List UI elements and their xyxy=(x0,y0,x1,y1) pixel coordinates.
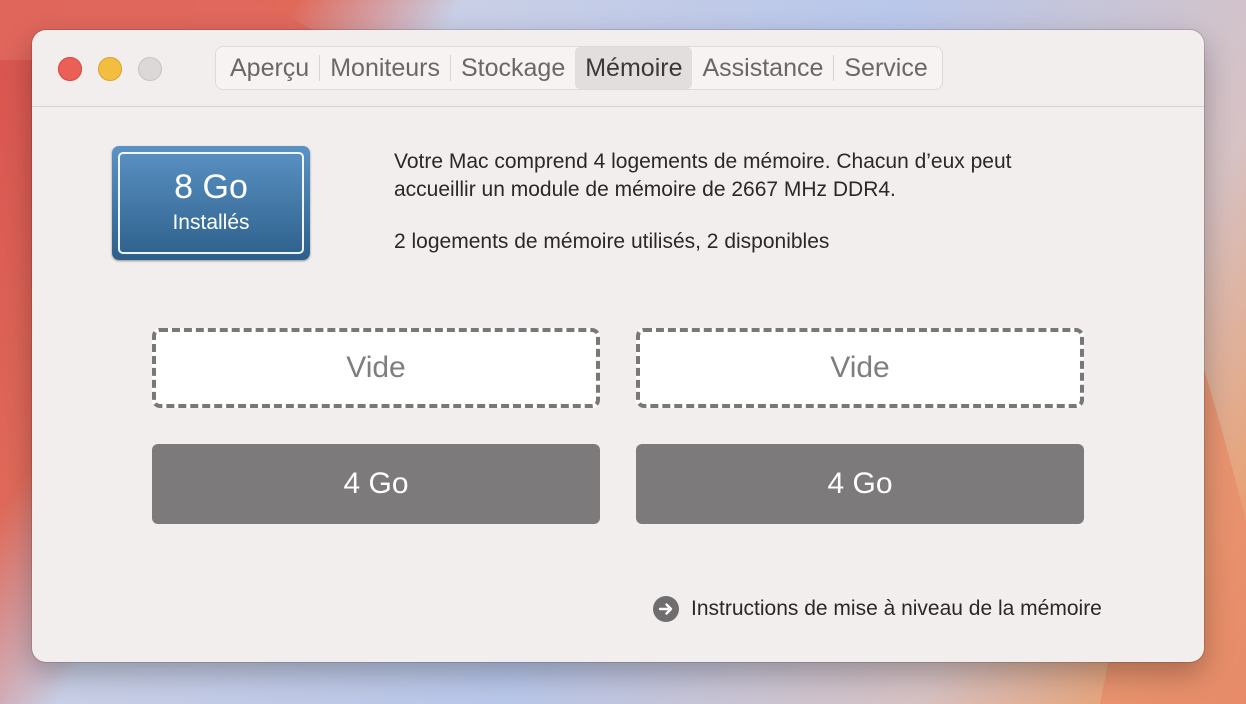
memory-slot-filled: 4 Go xyxy=(636,444,1084,524)
installed-memory-badge: 8 Go Installés xyxy=(112,146,310,260)
zoom-button[interactable] xyxy=(138,57,162,81)
memory-slot-empty: Vide xyxy=(636,328,1084,408)
tab-moniteurs[interactable]: Moniteurs xyxy=(320,47,450,89)
system-info-window: Aperçu Moniteurs Stockage Mémoire Assist… xyxy=(32,30,1204,662)
tab-apercu[interactable]: Aperçu xyxy=(220,47,319,89)
title-bar: Aperçu Moniteurs Stockage Mémoire Assist… xyxy=(32,30,1204,107)
memory-slot-filled: 4 Go xyxy=(152,444,600,524)
badge-frame: 8 Go Installés xyxy=(118,152,304,254)
slot-usage-text: 2 logements de mémoire utilisés, 2 dispo… xyxy=(394,230,830,253)
tab-memoire[interactable]: Mémoire xyxy=(575,47,693,89)
tab-stockage[interactable]: Stockage xyxy=(451,47,575,89)
memory-description: Votre Mac comprend 4 logements de mémoir… xyxy=(394,148,1134,256)
tab-bar: Aperçu Moniteurs Stockage Mémoire Assist… xyxy=(215,46,943,90)
memory-slot-empty: Vide xyxy=(152,328,600,408)
close-button[interactable] xyxy=(58,57,82,81)
minimize-button[interactable] xyxy=(98,57,122,81)
memory-upgrade-link[interactable]: Instructions de mise à niveau de la mémo… xyxy=(653,596,1102,622)
description-line-2: accueillir un module de mémoire de 2667 … xyxy=(394,178,896,201)
installed-memory-label: Installés xyxy=(172,211,250,234)
tab-service[interactable]: Service xyxy=(834,47,937,89)
description-line-1: Votre Mac comprend 4 logements de mémoir… xyxy=(394,150,1012,173)
tab-assistance[interactable]: Assistance xyxy=(692,47,833,89)
installed-memory-size: 8 Go xyxy=(174,168,248,206)
upgrade-link-label[interactable]: Instructions de mise à niveau de la mémo… xyxy=(691,597,1102,621)
arrow-right-circle-icon xyxy=(653,596,679,622)
